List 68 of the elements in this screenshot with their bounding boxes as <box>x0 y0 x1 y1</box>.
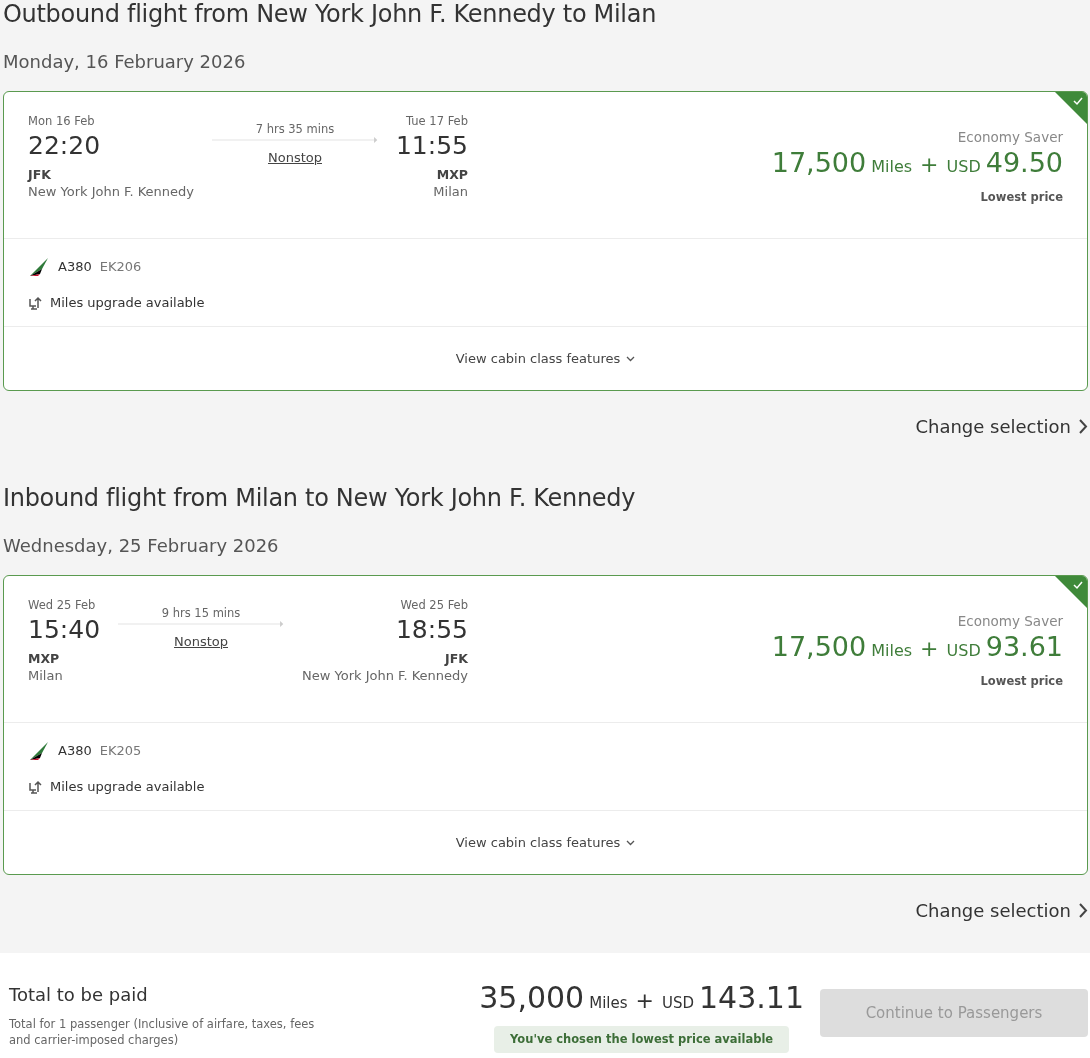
airport-city: Milan <box>432 183 468 201</box>
upgrade-link[interactable]: Miles upgrade available <box>50 293 205 313</box>
flight-duration: 7 hrs 35 mins <box>255 122 335 136</box>
aircraft-type: A380 <box>58 258 92 277</box>
miles-amount: 17,500 <box>771 631 867 664</box>
arrival-time: 11:55 <box>395 131 468 161</box>
departure-time: 22:20 <box>28 131 102 161</box>
airport-city: New York John F. Kennedy <box>302 667 468 685</box>
caret-icon <box>626 839 636 846</box>
flight-card[interactable] <box>3 91 1088 391</box>
miles-unit: Miles <box>589 993 628 1014</box>
arrival-time: 18:55 <box>394 615 468 645</box>
chevron-right-icon <box>1079 903 1088 918</box>
plus-sign: + <box>635 987 654 1015</box>
airport-code: MXP <box>435 167 468 183</box>
cabin-features-button[interactable]: View cabin class features <box>455 832 636 853</box>
miles-amount: 35,000 <box>479 979 585 1017</box>
caret-icon <box>626 355 636 362</box>
lowest-price-badge: You've chosen the lowest price available <box>494 1026 790 1054</box>
miles-amount: 17,500 <box>771 147 867 180</box>
airport-code: JFK <box>443 651 468 667</box>
miles-unit: Miles <box>871 156 913 179</box>
change-selection-link[interactable]: Change selection <box>915 897 1088 924</box>
flight-date: Wednesday, 25 February 2026 <box>3 534 280 558</box>
flight-date: Monday, 16 February 2026 <box>3 50 247 74</box>
airport-code: JFK <box>28 167 52 183</box>
check-icon <box>1055 576 1087 608</box>
price-amount: 49.50 <box>985 147 1063 180</box>
arrival-date: Wed 25 Feb <box>399 598 468 612</box>
departure-time: 15:40 <box>28 615 101 645</box>
flight-number: EK205 <box>99 742 142 761</box>
departure-date: Wed 25 Feb <box>28 598 97 612</box>
airport-city: New York John F. Kennedy <box>28 183 194 201</box>
arrival-date: Tue 17 Feb <box>405 114 468 128</box>
currency-code: USD <box>946 640 981 663</box>
currency-code: USD <box>661 993 694 1014</box>
price-amount: 143.11 <box>699 979 804 1017</box>
check-icon <box>1055 92 1087 124</box>
plus-sign: + <box>920 635 939 664</box>
departure-date: Mon 16 Feb <box>28 114 96 128</box>
airport-code: MXP <box>28 651 61 667</box>
chevron-right-icon <box>1079 419 1088 434</box>
stops-link[interactable]: Nonstop <box>268 148 322 168</box>
airline-tail-icon <box>28 741 50 761</box>
aircraft-type: A380 <box>58 742 92 761</box>
fare-class: Economy Saver <box>956 128 1063 147</box>
miles-unit: Miles <box>871 640 913 663</box>
seat-upgrade-icon <box>28 779 42 794</box>
cabin-features-button[interactable]: View cabin class features <box>455 348 636 369</box>
stops-link[interactable]: Nonstop <box>174 632 228 652</box>
seat-upgrade-icon <box>28 295 42 310</box>
flight-number: EK206 <box>99 258 142 277</box>
total-title: Total to be paid <box>9 983 149 1007</box>
fare-class: Economy Saver <box>956 612 1063 631</box>
lowest-price-label: Lowest price <box>979 189 1063 207</box>
plus-sign: + <box>920 151 939 180</box>
currency-code: USD <box>946 156 981 179</box>
flight-duration: 9 hrs 15 mins <box>161 606 241 620</box>
total-note: Total for 1 passenger (Inclusive of airfare, taxes, fees and carrier-imposed charges) <box>9 1016 316 1048</box>
section-heading: Inbound flight from Milan to New York John F. Kennedy <box>3 484 637 512</box>
lowest-price-label: Lowest price <box>979 673 1063 691</box>
flight-card[interactable] <box>3 575 1088 875</box>
airline-tail-icon <box>28 257 50 277</box>
section-heading: Outbound flight from New York John F. Kennedy to Milan <box>3 0 658 28</box>
change-selection-link[interactable]: Change selection <box>915 413 1088 440</box>
price-amount: 93.61 <box>985 631 1063 664</box>
airport-city: Milan <box>28 667 64 685</box>
upgrade-link[interactable]: Miles upgrade available <box>50 777 205 797</box>
